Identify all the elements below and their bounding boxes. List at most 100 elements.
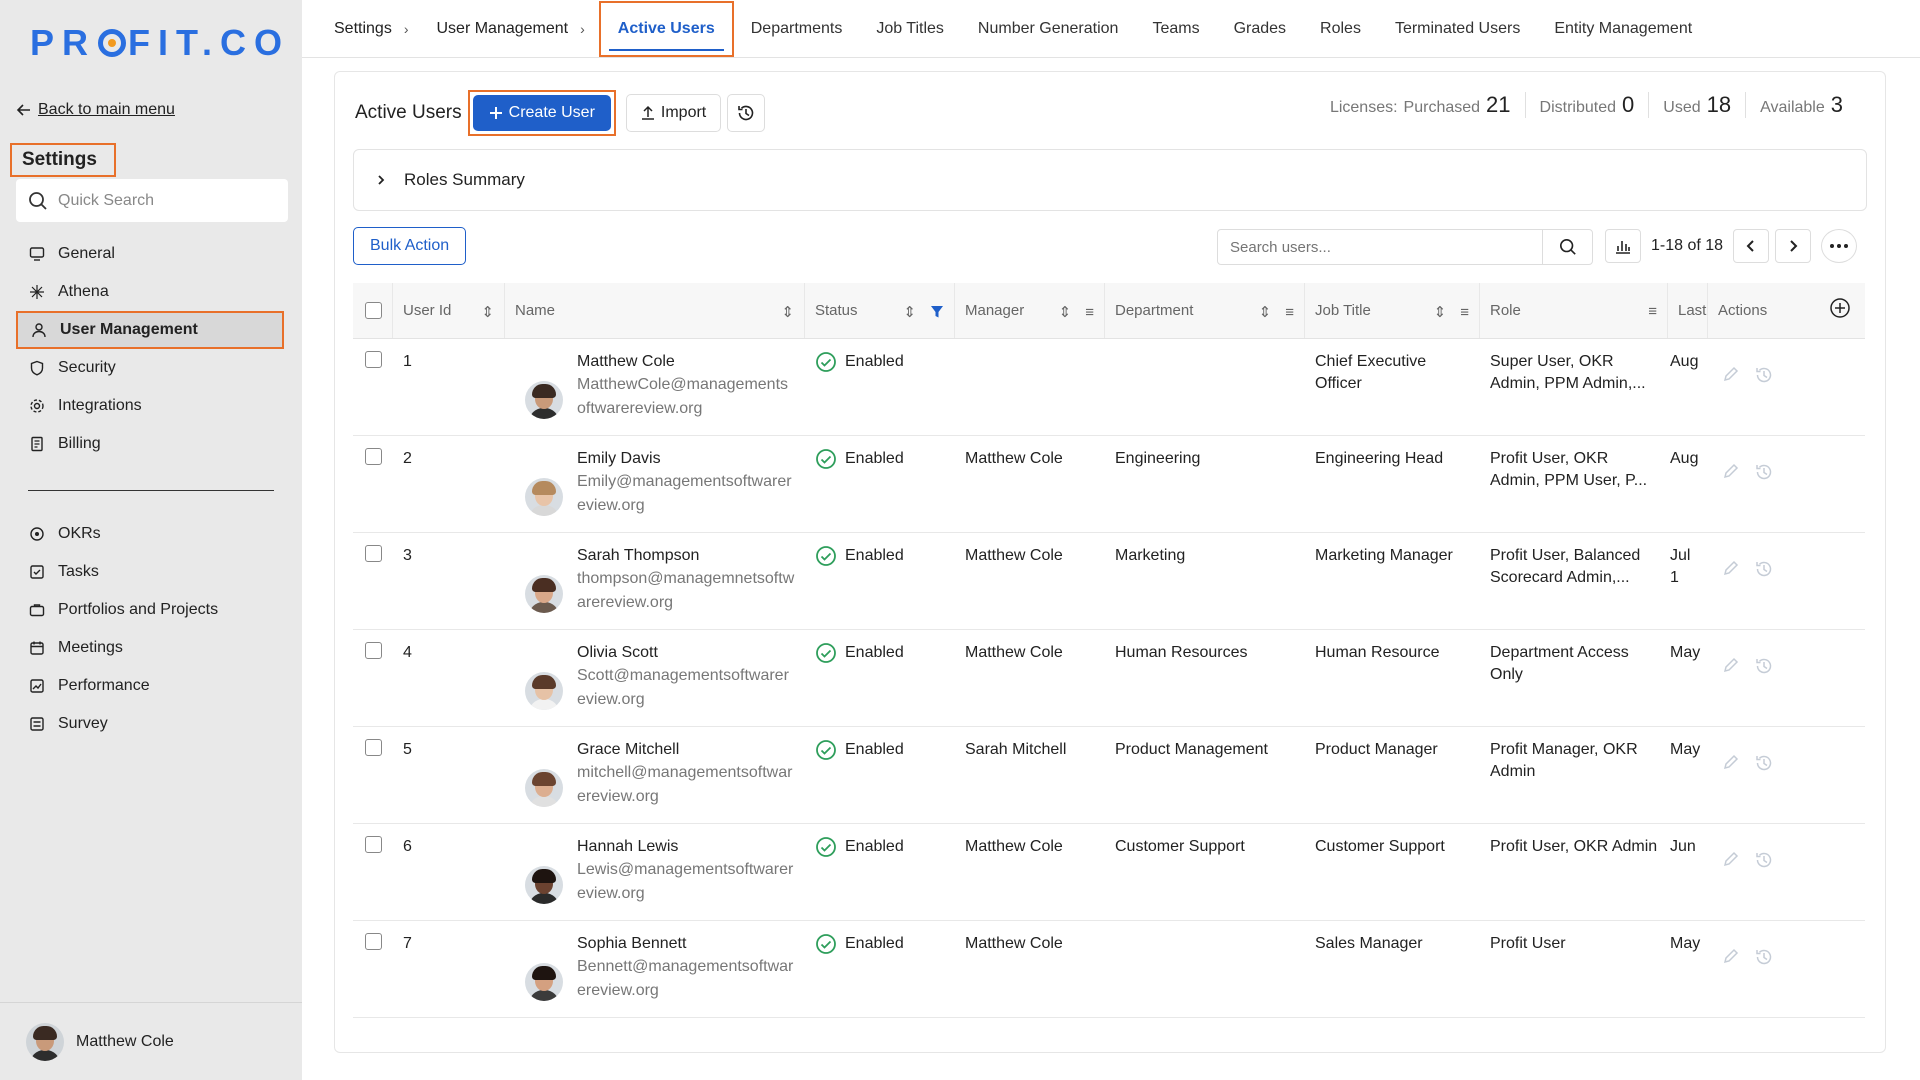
upload-icon bbox=[641, 105, 654, 120]
sidebar-item-okrs[interactable]: OKRs bbox=[16, 515, 284, 553]
current-user-footer[interactable]: Matthew Cole bbox=[0, 1002, 302, 1080]
filter-icon[interactable]: ≡ bbox=[1460, 304, 1469, 321]
column-last[interactable]: Last bbox=[1668, 283, 1708, 338]
next-page-button[interactable] bbox=[1775, 229, 1812, 263]
tab-roles[interactable]: Roles bbox=[1303, 0, 1378, 58]
tab-job-titles[interactable]: Job Titles bbox=[859, 0, 961, 58]
history-icon[interactable] bbox=[1754, 462, 1774, 482]
tab-departments[interactable]: Departments bbox=[734, 0, 860, 58]
sort-icon[interactable]: ⇕ bbox=[1434, 303, 1447, 321]
logo-ring-icon bbox=[98, 29, 127, 57]
breadcrumb-settings[interactable]: Settings bbox=[302, 20, 404, 38]
sidebar-item-user-management[interactable]: User Management bbox=[16, 311, 284, 349]
column-chart-button[interactable] bbox=[1605, 229, 1641, 263]
filter-icon[interactable]: ≡ bbox=[1648, 303, 1657, 320]
import-button[interactable]: Import bbox=[625, 94, 722, 132]
user-name[interactable]: Grace Mitchell bbox=[577, 739, 795, 761]
history-icon[interactable] bbox=[1754, 753, 1774, 773]
column-job-title[interactable]: Job Title ⇕ ≡ bbox=[1305, 283, 1480, 338]
tab-active-users[interactable]: Active Users bbox=[598, 0, 734, 57]
edit-icon[interactable] bbox=[1722, 753, 1740, 771]
tab-entity-management[interactable]: Entity Management bbox=[1537, 0, 1709, 58]
create-user-button[interactable]: Create User bbox=[472, 95, 611, 131]
sort-icon[interactable]: ⇕ bbox=[781, 303, 794, 321]
sidebar-item-meetings[interactable]: Meetings bbox=[16, 629, 284, 667]
add-column-icon[interactable] bbox=[1829, 297, 1851, 319]
sidebar-item-performance[interactable]: Performance bbox=[16, 667, 284, 705]
quick-search-input[interactable]: Quick Search bbox=[16, 179, 288, 222]
tab-number-generation[interactable]: Number Generation bbox=[961, 0, 1136, 58]
column-status[interactable]: Status ⇕ bbox=[805, 283, 955, 338]
search-button[interactable] bbox=[1542, 230, 1592, 264]
column-manager[interactable]: Manager ⇕ ≡ bbox=[955, 283, 1105, 338]
user-email: Bennett@managementsoftwarereview.org bbox=[577, 958, 794, 999]
sidebar-item-general[interactable]: General bbox=[16, 235, 284, 273]
sort-icon[interactable]: ⇕ bbox=[1259, 303, 1272, 321]
filter-icon[interactable]: ≡ bbox=[1085, 304, 1094, 321]
table-row[interactable]: 2 Emily Davis Emily@managementsoftwarere… bbox=[353, 436, 1865, 533]
sidebar-item-survey[interactable]: Survey bbox=[16, 705, 284, 743]
sidebar-item-tasks[interactable]: Tasks bbox=[16, 553, 284, 591]
column-name[interactable]: Name ⇕ bbox=[505, 283, 805, 338]
status-badge: Enabled bbox=[815, 448, 945, 470]
row-checkbox[interactable] bbox=[365, 351, 382, 368]
history-icon[interactable] bbox=[1754, 850, 1774, 870]
edit-icon[interactable] bbox=[1722, 850, 1740, 868]
more-options-button[interactable] bbox=[1821, 229, 1858, 263]
user-name[interactable]: Sophia Bennett bbox=[577, 933, 795, 955]
history-icon[interactable] bbox=[1754, 559, 1774, 579]
user-name[interactable]: Sarah Thompson bbox=[577, 545, 795, 567]
filter-active-icon[interactable] bbox=[930, 305, 944, 319]
user-name[interactable]: Olivia Scott bbox=[577, 642, 795, 664]
column-user-id[interactable]: User Id ⇕ bbox=[393, 283, 505, 338]
sidebar-item-billing[interactable]: Billing bbox=[16, 425, 284, 463]
select-all-checkbox[interactable] bbox=[365, 302, 382, 319]
sort-icon[interactable]: ⇕ bbox=[1059, 303, 1072, 321]
table-row[interactable]: 1 Matthew Cole MatthewCole@managementsof… bbox=[353, 339, 1865, 436]
name-cell: Matthew Cole MatthewCole@managementsoftw… bbox=[505, 339, 805, 435]
row-checkbox[interactable] bbox=[365, 642, 382, 659]
row-checkbox[interactable] bbox=[365, 739, 382, 756]
edit-icon[interactable] bbox=[1722, 656, 1740, 674]
table-row[interactable]: 5 Grace Mitchell mitchell@managementsoft… bbox=[353, 727, 1865, 824]
history-icon[interactable] bbox=[1754, 656, 1774, 676]
table-row[interactable]: 7 Sophia Bennett Bennett@managementsoftw… bbox=[353, 921, 1865, 1018]
previous-page-button[interactable] bbox=[1733, 229, 1770, 263]
roles-summary-accordion[interactable]: Roles Summary bbox=[353, 149, 1867, 211]
sidebar-item-integrations[interactable]: Integrations bbox=[16, 387, 284, 425]
profit-co-logo[interactable]: PR FIT.CO bbox=[30, 22, 290, 64]
history-icon[interactable] bbox=[1754, 365, 1774, 385]
user-name[interactable]: Emily Davis bbox=[577, 448, 795, 470]
row-checkbox[interactable] bbox=[365, 448, 382, 465]
search-users-input[interactable] bbox=[1218, 230, 1542, 264]
breadcrumb-user-management[interactable]: User Management bbox=[408, 20, 580, 38]
column-department[interactable]: Department ⇕ ≡ bbox=[1105, 283, 1305, 338]
table-row[interactable]: 4 Olivia Scott Scott@managementsoftwarer… bbox=[353, 630, 1865, 727]
row-checkbox[interactable] bbox=[365, 545, 382, 562]
history-icon[interactable] bbox=[1754, 947, 1774, 967]
filter-icon[interactable]: ≡ bbox=[1285, 304, 1294, 321]
column-role[interactable]: Role ≡ bbox=[1480, 283, 1668, 338]
sidebar-item-security[interactable]: Security bbox=[16, 349, 284, 387]
tab-terminated-users[interactable]: Terminated Users bbox=[1378, 0, 1537, 58]
sidebar-item-portfolios-and-projects[interactable]: Portfolios and Projects bbox=[16, 591, 284, 629]
row-checkbox[interactable] bbox=[365, 933, 382, 950]
user-name[interactable]: Matthew Cole bbox=[577, 351, 795, 373]
table-row[interactable]: 3 Sarah Thompson thompson@managemnetsoft… bbox=[353, 533, 1865, 630]
sort-icon[interactable]: ⇕ bbox=[903, 303, 916, 321]
back-to-main-menu-link[interactable]: Back to main menu bbox=[16, 101, 175, 119]
user-name[interactable]: Hannah Lewis bbox=[577, 836, 795, 858]
tab-teams[interactable]: Teams bbox=[1135, 0, 1216, 58]
edit-icon[interactable] bbox=[1722, 947, 1740, 965]
bulk-action-button[interactable]: Bulk Action bbox=[353, 227, 467, 265]
row-checkbox[interactable] bbox=[365, 836, 382, 853]
page-range: 1-18 of 18 bbox=[1651, 237, 1724, 254]
edit-icon[interactable] bbox=[1722, 559, 1740, 577]
sort-icon[interactable]: ⇕ bbox=[481, 303, 494, 321]
table-row[interactable]: 6 Hannah Lewis Lewis@managementsoftwarer… bbox=[353, 824, 1865, 921]
tab-grades[interactable]: Grades bbox=[1217, 0, 1303, 58]
sidebar-item-athena[interactable]: Athena bbox=[16, 273, 284, 311]
edit-icon[interactable] bbox=[1722, 462, 1740, 480]
edit-icon[interactable] bbox=[1722, 365, 1740, 383]
history-button[interactable] bbox=[727, 94, 766, 132]
